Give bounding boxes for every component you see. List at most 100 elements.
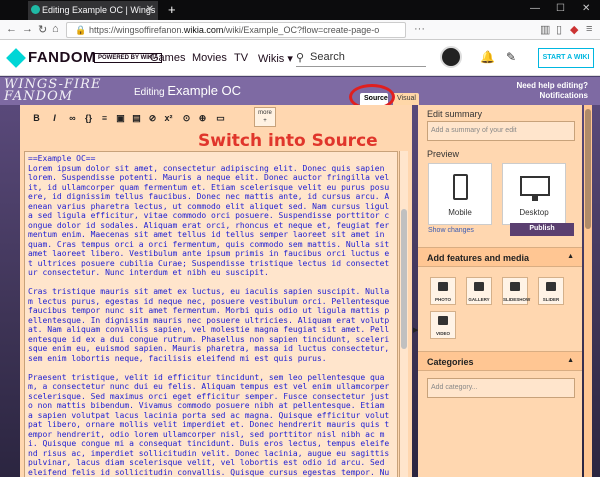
- reload-icon[interactable]: ↻: [38, 23, 47, 36]
- more-button[interactable]: more +: [254, 107, 276, 127]
- preview-label: Preview: [427, 149, 460, 159]
- forward-icon[interactable]: →: [22, 23, 33, 35]
- nav-tv[interactable]: TV: [234, 52, 248, 64]
- minimize-icon[interactable]: —: [530, 3, 540, 14]
- image-icon[interactable]: ▣: [114, 110, 127, 126]
- link-icon[interactable]: ∞: [66, 110, 79, 126]
- show-changes-link[interactable]: Show changes: [428, 227, 474, 234]
- add-photo-button[interactable]: PHOTO: [430, 277, 456, 305]
- fandom-global-nav: FANDOM POWERED BY WIKIA Games Movies TV …: [0, 40, 600, 76]
- italic-icon[interactable]: I: [48, 110, 61, 126]
- add-video-button[interactable]: VIDEO: [430, 311, 456, 339]
- url-domain: wikia.com: [183, 25, 224, 35]
- video-label: VIDEO: [435, 331, 450, 336]
- wiki-wordmark-line2: FANDOM: [4, 89, 74, 104]
- publish-button[interactable]: Publish: [510, 223, 574, 236]
- avatar[interactable]: [440, 46, 462, 68]
- browser-tab[interactable]: Editing Example OC | Wings of ✕: [28, 1, 158, 20]
- browser-tab-bar: Editing Example OC | Wings of ✕ + — ☐ ✕: [0, 0, 600, 20]
- pencil-icon[interactable]: ✎: [506, 50, 516, 64]
- search-icon: ⚲: [296, 52, 305, 64]
- desktop-label: Desktop: [519, 208, 549, 217]
- gallery-label: GALLERY: [468, 297, 490, 302]
- slideshow-label: SLIDESHOW: [503, 297, 531, 302]
- template-icon[interactable]: ⊙: [180, 110, 193, 126]
- photo-label: PHOTO: [435, 297, 451, 302]
- bold-icon[interactable]: B: [30, 110, 43, 126]
- preview-mobile-button[interactable]: Mobile: [428, 163, 492, 225]
- list-icon[interactable]: ≡: [98, 110, 111, 126]
- more-plus: +: [263, 118, 267, 124]
- home-icon[interactable]: ⌂: [52, 23, 59, 35]
- close-window-icon[interactable]: ✕: [582, 3, 590, 14]
- wikitext-paragraph: Cras tristique mauris sit amet ex luctus…: [28, 287, 390, 363]
- url-path: /wiki/Example_OC?flow=create-page-o: [223, 25, 380, 35]
- features-media-title: Add features and media: [427, 253, 530, 263]
- global-search-input[interactable]: ⚲ Search: [296, 49, 426, 67]
- slideshow-icon: [510, 282, 520, 291]
- slider-icon: [546, 282, 556, 291]
- add-gallery-button[interactable]: GALLERY: [466, 277, 492, 305]
- tab-title: Editing Example OC | Wings of: [42, 5, 158, 15]
- library-icon[interactable]: ▥: [540, 23, 550, 36]
- gallery-icon: [474, 282, 484, 291]
- categories-header[interactable]: Categories ▲: [418, 351, 582, 371]
- page-actions-icon[interactable]: ···: [414, 23, 425, 35]
- notifications-bell-icon[interactable]: 🔔: [480, 50, 495, 64]
- fandom-logo-icon: [6, 48, 26, 68]
- features-media-header[interactable]: Add features and media ▲: [418, 247, 582, 267]
- menu-icon[interactable]: ≡: [586, 23, 592, 35]
- maximize-icon[interactable]: ☐: [556, 3, 565, 14]
- url-prefix: https://wingsoffirefanon.: [89, 25, 184, 35]
- edit-summary-label: Edit summary: [427, 109, 483, 119]
- wikitext-paragraph: Praesent tristique, velit id efficitur t…: [28, 372, 390, 477]
- sidebar-icon[interactable]: ▯: [556, 23, 562, 36]
- chevron-up-icon: ▲: [567, 253, 574, 260]
- video-icon: [438, 316, 448, 325]
- rail-scrollbar[interactable]: [584, 105, 592, 477]
- slider-label: SLIDER: [542, 297, 560, 302]
- mobile-icon: [453, 174, 468, 200]
- fandom-logo[interactable]: FANDOM: [28, 49, 96, 66]
- special-chars-icon[interactable]: ⊕: [196, 110, 209, 126]
- nowiki-icon[interactable]: ⊘: [146, 110, 159, 126]
- tab-visual[interactable]: Visual: [393, 93, 419, 105]
- url-bar[interactable]: 🔒 https://wingsoffirefanon.wikia.com/wik…: [66, 22, 406, 38]
- nav-movies[interactable]: Movies: [192, 52, 227, 64]
- start-a-wiki-button[interactable]: START A WIKI: [538, 48, 594, 68]
- editor-help-links: Need help editing? Notifications: [516, 81, 588, 101]
- table-icon[interactable]: ▭: [214, 110, 227, 126]
- lock-icon: 🔒: [75, 25, 87, 35]
- help-link[interactable]: Need help editing?: [516, 81, 588, 91]
- new-tab-button[interactable]: +: [168, 2, 176, 17]
- editor-rail: Edit summary Add a summary of your edit …: [418, 105, 582, 477]
- editor-scrollbar[interactable]: [399, 151, 408, 477]
- wikitext-textarea[interactable]: ==Example OC== Lorem ipsum dolor sit ame…: [24, 151, 398, 477]
- mobile-label: Mobile: [448, 208, 472, 217]
- wikitext-paragraph: Lorem ipsum dolor sit amet, consectetur …: [28, 163, 390, 278]
- tab-close-icon[interactable]: ✕: [146, 4, 154, 15]
- desktop-icon: [520, 176, 550, 196]
- categories-title: Categories: [427, 357, 474, 367]
- photo-icon: [438, 282, 448, 291]
- notifications-link[interactable]: Notifications: [516, 91, 588, 101]
- add-category-input[interactable]: Add category...: [427, 378, 575, 398]
- rail-scrollbar-thumb[interactable]: [585, 109, 591, 229]
- pocket-icon[interactable]: ◆: [570, 23, 578, 36]
- code-icon[interactable]: {}: [82, 110, 95, 126]
- superscript-icon[interactable]: x²: [162, 110, 175, 126]
- nav-wikis[interactable]: Wikis ▾: [258, 52, 293, 65]
- back-icon[interactable]: ←: [6, 23, 17, 35]
- editor-scrollbar-thumb[interactable]: [401, 209, 407, 349]
- gallery-icon[interactable]: ▤: [130, 110, 143, 126]
- editing-prefix: Editing: [134, 87, 165, 98]
- add-slideshow-button[interactable]: SLIDESHOW: [502, 277, 531, 305]
- chevron-up-icon: ▲: [567, 357, 574, 364]
- wiki-wordmark[interactable]: WINGS-FIRE FANDOM: [4, 78, 101, 104]
- page-title-text: Example OC: [167, 83, 242, 98]
- desktop-stand-icon: [532, 196, 538, 201]
- preview-desktop-button[interactable]: Desktop: [502, 163, 566, 225]
- add-slider-button[interactable]: SLIDER: [538, 277, 564, 305]
- edit-summary-input[interactable]: Add a summary of your edit: [427, 121, 575, 141]
- nav-games[interactable]: Games: [150, 52, 185, 64]
